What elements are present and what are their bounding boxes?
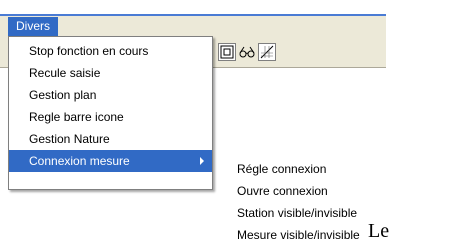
menu-item-label: Regle barre icone	[29, 110, 124, 124]
submenu-arrow-icon	[200, 157, 204, 165]
menu-item-recule-saisie[interactable]: Recule saisie	[9, 62, 212, 84]
submenu-item-mesure-visible[interactable]: Mesure visible/invisible	[217, 224, 363, 246]
submenu-item-label: Station visible/invisible	[237, 206, 358, 220]
menu-item-gestion-nature[interactable]: Gestion Nature	[9, 128, 212, 150]
menu-item-label: Gestion plan	[29, 88, 97, 102]
submenu-item-label: Ouvre connexion	[237, 184, 328, 198]
menu-item-stop-fonction[interactable]: Stop fonction en cours	[9, 40, 212, 62]
window-top-area	[0, 0, 466, 14]
menu-item-label: Stop fonction en cours	[29, 44, 149, 58]
glasses-icon[interactable]	[238, 43, 256, 61]
submenu-item-station-visible[interactable]: Station visible/invisible	[217, 202, 363, 224]
submenu-item-label: Régle connexion	[237, 162, 327, 176]
menu-item-connexion-mesure[interactable]: Connexion mesure	[9, 150, 212, 172]
menu-item-label: Recule saisie	[29, 66, 101, 80]
connexion-mesure-submenu: Régle connexion Ouvre connexion Station …	[217, 150, 363, 246]
submenu-item-regle-connexion[interactable]: Régle connexion	[217, 158, 363, 180]
menu-item-gestion-plan[interactable]: Gestion plan	[9, 84, 212, 106]
submenu-item-label: Mesure visible/invisible	[237, 228, 360, 242]
menu-item-regle-barre-icone[interactable]: Regle barre icone	[9, 106, 212, 128]
frame-icon[interactable]	[218, 43, 236, 61]
menubar: Divers	[0, 14, 386, 36]
submenu-item-ouvre-connexion[interactable]: Ouvre connexion	[217, 180, 363, 202]
divers-dropdown-menu: Stop fonction en cours Recule saisie Ges…	[8, 36, 213, 190]
menu-item-label: Connexion mesure	[29, 154, 130, 168]
menu-item-label: Gestion Nature	[29, 132, 110, 146]
chart-icon[interactable]	[258, 43, 276, 61]
document-text-fragment: Le	[368, 220, 390, 242]
menu-divers[interactable]: Divers	[8, 17, 59, 36]
